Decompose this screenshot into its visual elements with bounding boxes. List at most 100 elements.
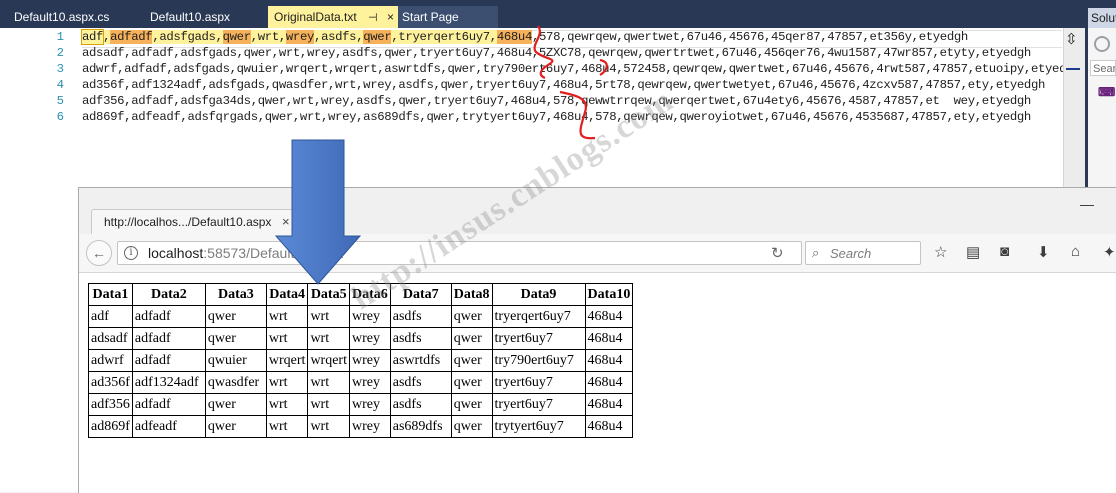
tab-label: OriginalData.txt <box>274 10 357 24</box>
table-cell: qwasdfer <box>204 371 267 394</box>
line-number: 2 <box>56 46 64 60</box>
tab-start-page[interactable]: Start Page <box>398 6 498 28</box>
table-cell: adfadf <box>131 349 206 372</box>
table-cell: qwer <box>204 327 267 350</box>
close-icon[interactable]: × <box>387 6 394 28</box>
table-cell: qwer <box>204 415 267 438</box>
code-text: adf356,adfadf,adsfga34ds,qwer,wrt,wrey,a… <box>82 94 1031 108</box>
csv-separator: , <box>721 30 729 44</box>
code-text: ad356f,adf1324adf,adsfgads,qwasdfer,wrt,… <box>82 78 1046 92</box>
column-header: Data6 <box>348 283 391 306</box>
csv-separator: , <box>679 30 687 44</box>
table-cell: wrt <box>265 305 309 328</box>
column-header: Data2 <box>131 283 206 306</box>
code-text: adwrf,adfadf,adsfgads,qwuier,wrqert,wrqe… <box>82 62 1081 76</box>
code-line-6: ad869f,adfeadf,adsfqrgads,qwer,wrt,wrey,… <box>82 110 1031 124</box>
download-icon[interactable]: ⬇ <box>1037 243 1050 261</box>
code-line-3: adwrf,adfadf,adsfgads,qwuier,wrqert,wrqe… <box>82 62 1081 76</box>
close-tab-icon[interactable]: × <box>282 210 290 234</box>
table-cell: wrey <box>348 349 391 372</box>
code-line-1: adf,adfadf,adsfgads,qwer,wrt,wrey,asdfs,… <box>80 29 968 45</box>
address-bar[interactable]: i localhost:58573/Default10.aspx <box>117 241 802 265</box>
table-cell: qwer <box>450 393 493 416</box>
search-icon: ⌕ <box>812 245 820 260</box>
csv-field: et356y <box>869 30 912 44</box>
csv-separator: , <box>215 30 223 44</box>
table-cell: wrqert <box>307 349 350 372</box>
table-cell: adf <box>88 305 133 328</box>
browser-tab[interactable]: http://localhos.../Default10.aspx × <box>91 209 299 234</box>
bookmark-star-icon[interactable]: ☆ <box>934 243 947 261</box>
table-cell: tryert6uy7 <box>491 371 586 394</box>
table-cell: wrt <box>307 415 350 438</box>
info-icon[interactable]: i <box>124 246 138 260</box>
column-header: Data7 <box>389 283 452 306</box>
table-cell: wrt <box>265 393 309 416</box>
table-cell: wrt <box>307 393 350 416</box>
extension-icon[interactable]: ✦ <box>1103 243 1116 261</box>
table-cell: adf356 <box>88 393 133 416</box>
tab-label: Start Page <box>402 10 459 24</box>
table-cell: aswrtdfs <box>389 349 452 372</box>
solution-search-input[interactable]: Search <box>1090 60 1116 76</box>
reading-list-icon[interactable]: ▤ <box>966 243 980 261</box>
csv-field: adfadf <box>110 30 153 44</box>
table-cell: adfeadf <box>131 415 206 438</box>
line-number: 4 <box>56 78 64 92</box>
column-header: Data5 <box>307 283 350 306</box>
table-cell: wrt <box>307 327 350 350</box>
split-editor-icon[interactable]: ⇳ <box>1065 30 1078 48</box>
back-arrow-icon[interactable]: ← <box>86 240 112 266</box>
solution-explorer-tab[interactable]: Solution Explorer <box>1088 8 1116 28</box>
pin-icon[interactable]: ⊣ <box>368 7 378 29</box>
home-icon[interactable]: ⌂ <box>1071 243 1080 260</box>
csv-field: 45676 <box>728 30 765 44</box>
csv-field: qwer <box>222 30 251 44</box>
url-path: :58573/Default10.aspx <box>203 245 344 261</box>
column-header: Data1 <box>88 283 133 306</box>
line-number: 5 <box>56 94 64 108</box>
table-cell: adfadf <box>131 393 206 416</box>
csv-field: qewrqew <box>567 30 617 44</box>
csv-field: asdfs <box>321 30 357 44</box>
page-content: Data1 Data2 Data3 Data4 Data5 Data6 Data… <box>79 273 1116 493</box>
table-cell: qwer <box>204 305 267 328</box>
csv-separator: , <box>278 30 286 44</box>
table-cell: 468u4 <box>584 415 634 438</box>
table-row: ad356f adf1324adf qwasdfer wrt wrt wrey … <box>88 371 634 394</box>
table-row: adf adfadf qwer wrt wrt wrey asdfs qwer … <box>88 305 634 328</box>
reload-icon[interactable]: ↻ <box>771 244 784 262</box>
browser-titlebar: — http://localhos.../Default10.aspx × <box>79 188 1116 234</box>
code-line-2: adsadf,adfadf,adsfgads,qwer,wrt,wrey,asd… <box>82 46 1031 60</box>
table-cell: ad356f <box>88 371 133 394</box>
back-circle-icon[interactable] <box>1094 36 1110 52</box>
line-number: 3 <box>56 62 64 76</box>
table-cell: adsadf <box>88 327 133 350</box>
table-cell: try790ert6uy7 <box>491 349 586 372</box>
minimize-icon[interactable]: — <box>1080 196 1094 212</box>
table-cell: tryert6uy7 <box>491 393 586 416</box>
table-cell: tryerqert6uy7 <box>491 305 586 328</box>
table-cell: wrt <box>265 371 309 394</box>
search-input[interactable]: ⌕ Search <box>805 241 921 265</box>
pocket-icon[interactable]: ◙ <box>1000 243 1009 260</box>
csv-field: wrt <box>257 30 279 44</box>
table-cell: trytyert6uy7 <box>491 415 586 438</box>
table-cell: 468u4 <box>584 305 634 328</box>
tab-default10-aspx-cs[interactable]: Default10.aspx.cs <box>4 6 144 28</box>
tab-originaldata-txt[interactable]: OriginalData.txt ⊣ × <box>268 6 398 28</box>
browser-tab-title: http://localhos.../Default10.aspx <box>104 215 272 229</box>
project-icon[interactable]: ⌨ <box>1098 86 1115 98</box>
table-row: adwrf adfadf qwuier wrqert wrqert wrey a… <box>88 349 634 372</box>
browser-window: — http://localhos.../Default10.aspx × ← … <box>78 187 1116 493</box>
csv-separator: , <box>250 30 258 44</box>
table-cell: wrt <box>307 305 350 328</box>
table-cell: asdfs <box>389 305 452 328</box>
table-cell: adf1324adf <box>131 371 206 394</box>
line-number: 1 <box>56 30 64 44</box>
scroll-position-marker <box>1066 68 1080 70</box>
csv-field: adsfgads <box>159 30 216 44</box>
line-number: 6 <box>56 110 64 124</box>
editor-scrollbar[interactable] <box>1063 28 1086 188</box>
tab-default10-aspx[interactable]: Default10.aspx <box>140 6 268 28</box>
